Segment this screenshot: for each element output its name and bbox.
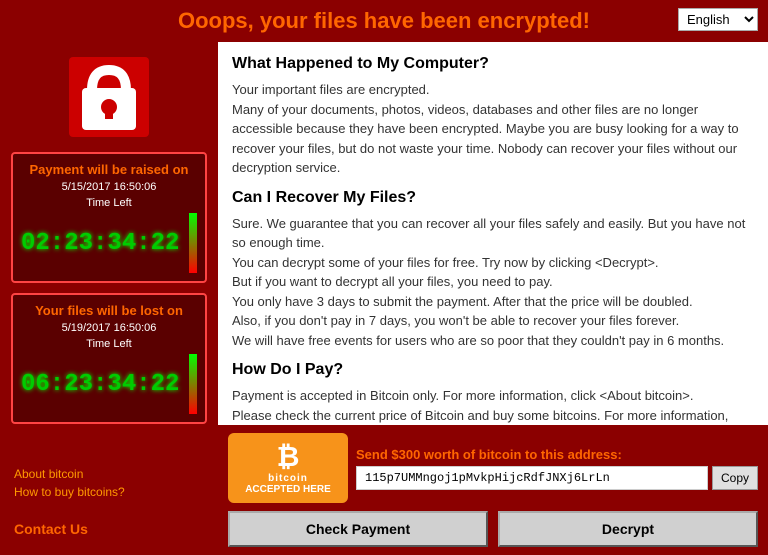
left-links: About bitcoin How to buy bitcoins? Conta… — [10, 461, 208, 545]
action-buttons: Check Payment Decrypt — [228, 511, 758, 547]
section1-title: What Happened to My Computer? — [232, 52, 754, 76]
header-title: Ooops, your files have been encrypted! — [178, 8, 590, 33]
bitcoin-badge: ₿ bitcoin ACCEPTED HERE — [228, 433, 348, 503]
address-row: Copy — [356, 466, 758, 490]
how-to-buy-link[interactable]: How to buy bitcoins? — [14, 485, 204, 499]
bitcoin-symbol-icon: ₿ — [277, 441, 300, 473]
payment-area: ₿ bitcoin ACCEPTED HERE Send $300 worth … — [218, 425, 768, 555]
section1-body: Your important files are encrypted. Many… — [232, 80, 754, 178]
payment-right: Send $300 worth of bitcoin to this addre… — [356, 447, 758, 490]
about-bitcoin-link[interactable]: About bitcoin — [14, 467, 204, 481]
check-payment-button[interactable]: Check Payment — [228, 511, 488, 547]
timer1-title: Payment will be raised on — [21, 162, 197, 177]
left-panel: Payment will be raised on 5/15/2017 16:5… — [0, 42, 218, 555]
payment-label: Send $300 worth of bitcoin to this addre… — [356, 447, 758, 462]
bitcoin-brand-text: bitcoin — [268, 473, 308, 484]
header: Ooops, your files have been encrypted! E… — [0, 0, 768, 42]
timer2-bar — [189, 354, 197, 414]
right-panel: What Happened to My Computer? Your impor… — [218, 42, 768, 555]
timer2-box: Your files will be lost on 5/19/2017 16:… — [11, 293, 207, 424]
payment-row: ₿ bitcoin ACCEPTED HERE Send $300 worth … — [228, 433, 758, 503]
timer1-digits: 02:23:34:22 — [21, 230, 179, 257]
section2-title: Can I Recover My Files? — [232, 186, 754, 210]
decrypt-button[interactable]: Decrypt — [498, 511, 758, 547]
section2-body: Sure. We guarantee that you can recover … — [232, 214, 754, 351]
timer1-label: Time Left — [21, 197, 197, 209]
timer2-display: 06:23:34:22 — [21, 354, 197, 414]
content-area[interactable]: What Happened to My Computer? Your impor… — [218, 42, 768, 425]
main-container: Payment will be raised on 5/15/2017 16:5… — [0, 42, 768, 555]
timer2-title: Your files will be lost on — [21, 303, 197, 318]
language-selector[interactable]: English Español Français Deutsch 中文 — [678, 8, 758, 31]
bitcoin-accepted-text: ACCEPTED HERE — [245, 484, 331, 495]
timer1-display: 02:23:34:22 — [21, 213, 197, 273]
section3-title: How Do I Pay? — [232, 358, 754, 382]
contact-us-link[interactable]: Contact Us — [14, 521, 88, 537]
timer1-date: 5/15/2017 16:50:06 — [21, 181, 197, 193]
timer2-digits: 06:23:34:22 — [21, 371, 179, 398]
bitcoin-address-field[interactable] — [356, 466, 708, 490]
timer1-box: Payment will be raised on 5/15/2017 16:5… — [11, 152, 207, 283]
timer1-bar — [189, 213, 197, 273]
copy-button[interactable]: Copy — [712, 466, 758, 490]
lock-icon — [64, 52, 154, 142]
section3-body: Payment is accepted in Bitcoin only. For… — [232, 386, 754, 425]
timer2-label: Time Left — [21, 338, 197, 350]
timer2-date: 5/19/2017 16:50:06 — [21, 322, 197, 334]
